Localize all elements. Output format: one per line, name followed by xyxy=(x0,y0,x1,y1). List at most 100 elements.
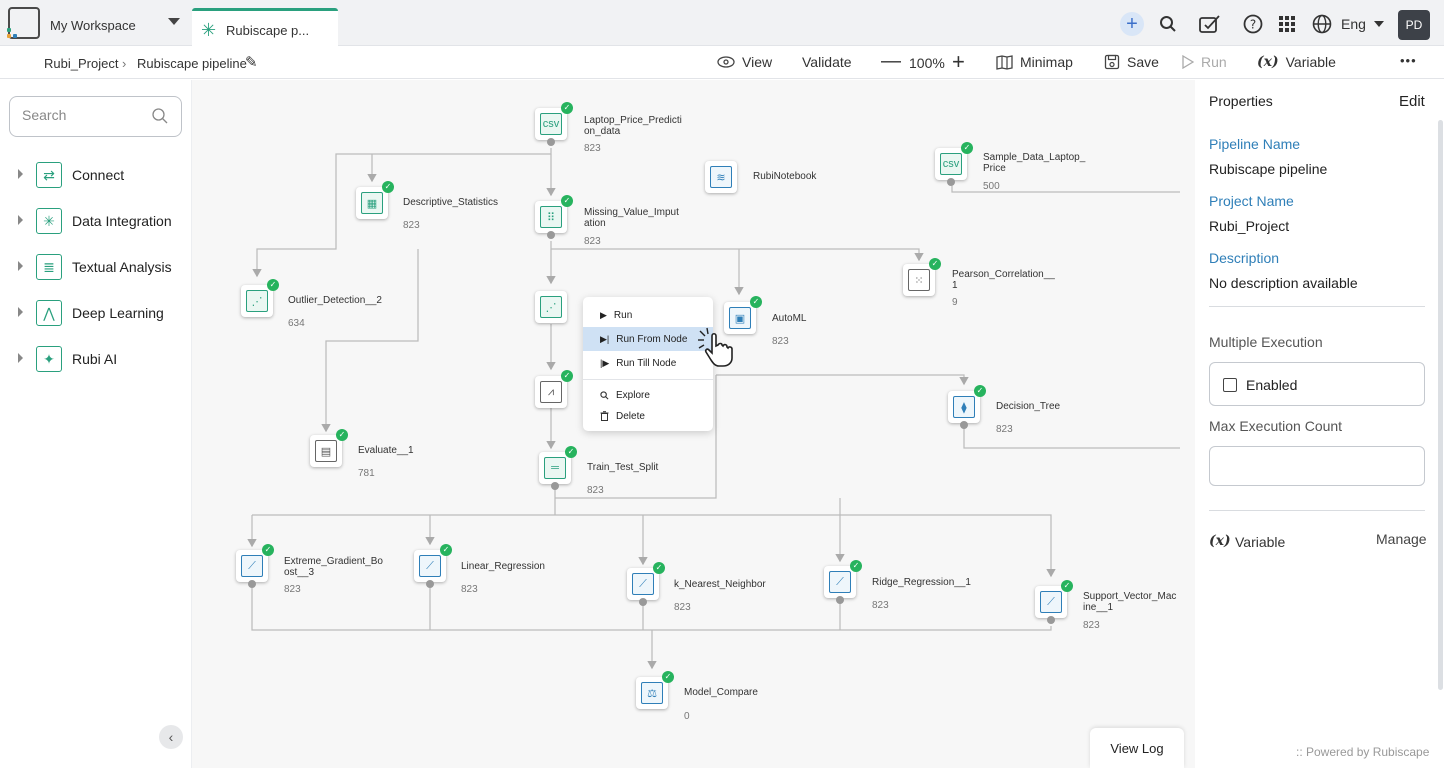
sidebar-item-deep-learning[interactable]: ⋀ Deep Learning xyxy=(14,298,189,328)
save-icon xyxy=(1104,54,1120,70)
node-label-line2: 1 xyxy=(952,280,958,291)
more-options-icon[interactable]: ••• xyxy=(1400,53,1417,68)
view-log-button[interactable]: View Log xyxy=(1090,728,1184,768)
language-selector[interactable]: Eng xyxy=(1341,16,1366,32)
pipeline-name-label: Pipeline Name xyxy=(1209,136,1301,152)
menu-item-label: Run From Node xyxy=(616,333,688,345)
search-icon[interactable] xyxy=(1156,12,1180,36)
search-box[interactable] xyxy=(9,96,182,137)
textual-analysis-icon: ≣ xyxy=(36,254,62,280)
node-label: RubiNotebook xyxy=(753,171,817,182)
enabled-checkbox[interactable] xyxy=(1223,378,1237,392)
language-caret-icon[interactable] xyxy=(1374,21,1384,27)
help-icon[interactable]: ? xyxy=(1241,12,1265,36)
deep-learning-icon: ⋀ xyxy=(36,300,62,326)
minimap-button[interactable]: Minimap xyxy=(996,54,1073,70)
variable-icon: (x) xyxy=(1209,533,1231,549)
edit-button[interactable]: Edit xyxy=(1399,93,1425,110)
node-extreme-gradient-boost[interactable]: ⟋ ✓ xyxy=(236,544,274,588)
sidebar-item-textual-analysis[interactable]: ≣ Textual Analysis xyxy=(14,252,189,282)
output-port[interactable] xyxy=(547,231,555,239)
node-intermediate[interactable]: ⩘ ✓ xyxy=(535,370,573,408)
search-input[interactable] xyxy=(22,107,142,123)
expand-arrow-icon[interactable] xyxy=(18,215,23,225)
node-evaluate[interactable]: ▤ ✓ xyxy=(310,429,348,467)
manage-variables-button[interactable]: Manage xyxy=(1376,531,1427,547)
max-execution-count-input[interactable] xyxy=(1209,446,1425,486)
breadcrumb-pipeline: Rubiscape pipeline xyxy=(137,56,247,71)
variable-button[interactable]: (x) Variable xyxy=(1257,54,1336,70)
save-button[interactable]: Save xyxy=(1104,54,1159,70)
properties-scrollbar[interactable] xyxy=(1438,120,1443,690)
breadcrumb-project[interactable]: Rubi_Project xyxy=(44,56,118,71)
node-label-line2: ost__3 xyxy=(284,567,315,578)
powered-by-footer: :: Powered by Rubiscape xyxy=(1296,745,1430,759)
node-label: Sample_Data_Laptop_ xyxy=(983,152,1086,163)
run-button[interactable]: Run xyxy=(1182,54,1227,70)
node-train-test-split[interactable]: ═ ✓ xyxy=(539,446,577,490)
apps-grid-icon[interactable] xyxy=(1276,12,1298,36)
output-port[interactable] xyxy=(551,482,559,490)
expand-arrow-icon[interactable] xyxy=(18,169,23,179)
node-row-count: 823 xyxy=(461,584,478,595)
node-pearson-correlation[interactable]: ⁙ ✓ xyxy=(903,258,941,296)
workspace-selector[interactable]: My Workspace xyxy=(50,18,136,33)
node-descriptive-statistics[interactable]: ▦ ✓ xyxy=(356,181,394,219)
app-logo-icon[interactable] xyxy=(7,7,40,39)
expand-arrow-icon[interactable] xyxy=(18,307,23,317)
connect-icon: ⇄ xyxy=(36,162,62,188)
node-ridge-regression[interactable]: ⟋ ✓ xyxy=(824,560,862,604)
output-port[interactable] xyxy=(639,598,647,606)
node-model-compare[interactable]: ⚖ ✓ xyxy=(636,671,674,709)
csv-icon: csv xyxy=(940,153,962,175)
output-port[interactable] xyxy=(960,421,968,429)
enabled-label: Enabled xyxy=(1246,377,1298,393)
tab-rubiscape-pipeline[interactable]: ✳ Rubiscape p... xyxy=(192,8,338,47)
zoom-out-icon[interactable]: — xyxy=(881,50,901,73)
output-port[interactable] xyxy=(947,178,955,186)
node-linear-regression[interactable]: ⟋ ✓ xyxy=(414,544,452,588)
node-missing-value-imputation[interactable]: ⠿ ✓ xyxy=(535,195,573,239)
output-port[interactable] xyxy=(1047,616,1055,624)
workspace-caret-icon[interactable] xyxy=(168,18,180,25)
node-label: Evaluate__1 xyxy=(358,445,414,456)
edit-pencil-icon[interactable]: ✎ xyxy=(245,53,258,71)
expand-arrow-icon[interactable] xyxy=(18,353,23,363)
output-port[interactable] xyxy=(836,596,844,604)
expand-arrow-icon[interactable] xyxy=(18,261,23,271)
node-k-nearest-neighbor[interactable]: ⟋ ✓ xyxy=(627,562,665,606)
node-laptop-price-data[interactable]: csv ✓ xyxy=(535,102,573,146)
menu-item-label: Explore xyxy=(616,389,650,401)
view-button[interactable]: View xyxy=(717,54,772,70)
node-support-vector-machine[interactable]: ⟋ ✓ xyxy=(1035,580,1073,624)
user-avatar[interactable]: PD xyxy=(1398,10,1430,40)
menu-item-delete[interactable]: Delete xyxy=(583,404,713,428)
node-label: Outlier_Detection__2 xyxy=(288,295,382,306)
globe-icon[interactable] xyxy=(1311,12,1333,36)
trash-icon xyxy=(600,411,609,421)
sidebar-item-data-integration[interactable]: ✳ Data Integration xyxy=(14,206,189,236)
menu-item-run[interactable]: ▶ Run xyxy=(583,303,713,327)
sidebar-item-connect[interactable]: ⇄ Connect xyxy=(14,160,189,190)
node-outlier-detection[interactable]: ⋰ ✓ xyxy=(241,279,279,317)
node-rubinotebook[interactable]: ≋ xyxy=(705,161,737,193)
task-icon[interactable] xyxy=(1197,12,1223,36)
curve-icon: ⩘ xyxy=(540,381,562,403)
node-selected[interactable]: ⋰ xyxy=(535,291,567,323)
validate-button[interactable]: Validate xyxy=(802,54,852,70)
collapse-sidebar-icon[interactable]: ‹ xyxy=(159,725,183,749)
success-check-icon: ✓ xyxy=(262,544,274,556)
node-row-count: 500 xyxy=(983,181,1000,192)
node-sample-data[interactable]: csv ✓ xyxy=(935,142,973,186)
node-row-count: 823 xyxy=(403,220,420,231)
sidebar-item-rubi-ai[interactable]: ✦ Rubi AI xyxy=(14,344,189,374)
enabled-checkbox-container[interactable]: Enabled xyxy=(1209,362,1425,406)
zoom-in-icon[interactable]: + xyxy=(952,49,965,75)
plus-icon[interactable]: + xyxy=(1120,12,1144,36)
node-decision-tree[interactable]: ⧫ ✓ xyxy=(948,385,986,429)
node-label: k_Nearest_Neighbor xyxy=(674,579,766,590)
output-port[interactable] xyxy=(248,580,256,588)
project-name-label: Project Name xyxy=(1209,193,1294,209)
output-port[interactable] xyxy=(426,580,434,588)
output-port[interactable] xyxy=(547,138,555,146)
